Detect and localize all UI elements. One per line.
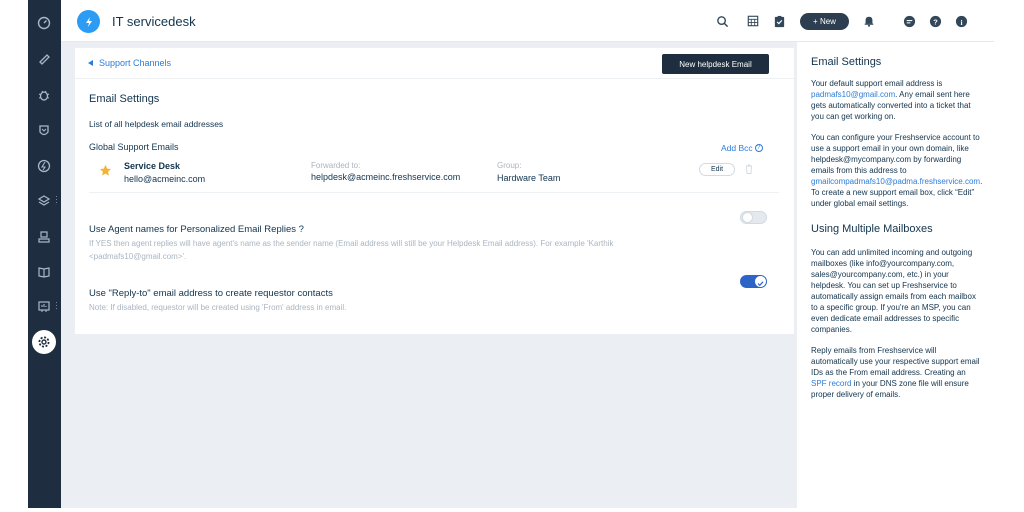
primary-star-icon bbox=[99, 164, 112, 176]
mailbox-name: Service Desk bbox=[124, 161, 181, 171]
svg-text:i: i bbox=[960, 17, 962, 26]
page-title: Email Settings bbox=[89, 93, 160, 105]
help-paragraph-spf: Reply emails from Freshservice will auto… bbox=[811, 345, 981, 400]
tickets-icon[interactable] bbox=[33, 48, 55, 70]
inventory-icon[interactable] bbox=[33, 226, 55, 248]
agent-names-option-title: Use Agent names for Personalized Email R… bbox=[89, 224, 304, 235]
calendar-icon[interactable] bbox=[745, 13, 761, 29]
add-bcc-label[interactable]: Add Bcc bbox=[721, 143, 753, 153]
top-bar: IT servicedesk + New ? i bbox=[61, 0, 994, 42]
default-email-link[interactable]: padmafs10@gmail.com bbox=[811, 90, 895, 99]
toggle-knob bbox=[755, 276, 766, 287]
help-text: You can configure your Freshservice acco… bbox=[811, 133, 980, 175]
agent-names-option-help: If YES then agent replies will have agen… bbox=[89, 239, 614, 261]
freshservice-logo-icon[interactable] bbox=[77, 10, 100, 33]
support-email-row: Service Desk hello@acmeinc.com Forwarded… bbox=[89, 155, 779, 193]
app-title: IT servicedesk bbox=[112, 14, 196, 29]
forwarding-address-link[interactable]: gmailcompadmafs10@padma.freshservice.com bbox=[811, 177, 980, 186]
releases-icon[interactable] bbox=[33, 155, 55, 177]
group-label: Group: bbox=[497, 161, 522, 170]
breadcrumb-support-channels[interactable]: Support Channels bbox=[99, 58, 171, 68]
check-icon bbox=[757, 281, 764, 287]
group-value: Hardware Team bbox=[497, 173, 561, 183]
breadcrumb[interactable]: Support Channels bbox=[88, 58, 171, 68]
help-panel: Email Settings Your default support emai… bbox=[797, 42, 994, 508]
forwarded-to-value: helpdesk@acmeinc.freshservice.com bbox=[311, 172, 461, 182]
admin-gear-icon[interactable] bbox=[32, 330, 56, 354]
agent-names-toggle[interactable] bbox=[740, 211, 767, 224]
global-support-emails-label: Global Support Emails bbox=[89, 142, 179, 152]
reports-more-dots[interactable]: · · · bbox=[55, 298, 59, 313]
solutions-icon[interactable] bbox=[33, 261, 55, 283]
info-icon[interactable]: i bbox=[953, 13, 969, 29]
bell-icon[interactable] bbox=[861, 13, 877, 29]
help-paragraph-mailboxes: You can add unlimited incoming and outgo… bbox=[811, 248, 976, 334]
help-icon[interactable]: ? bbox=[927, 13, 943, 29]
edit-button[interactable]: Edit bbox=[699, 163, 735, 176]
help-text: Reply emails from Freshservice will auto… bbox=[811, 346, 980, 377]
new-helpdesk-email-button[interactable]: New helpdesk Email bbox=[662, 54, 769, 74]
delete-icon[interactable] bbox=[745, 164, 753, 174]
back-arrow-icon bbox=[88, 60, 93, 66]
help-paragraph-custom-domain: You can configure your Freshservice acco… bbox=[811, 132, 982, 209]
dashboard-icon[interactable] bbox=[33, 12, 55, 34]
search-icon[interactable] bbox=[714, 13, 730, 29]
add-bcc-link[interactable]: Add Bcc ? bbox=[721, 143, 763, 153]
reply-to-option-help: Note: If disabled, requestor will be cre… bbox=[89, 303, 347, 312]
email-settings-card: Support Channels New helpdesk Email Emai… bbox=[75, 48, 794, 334]
reply-to-option-title: Use "Reply-to" email address to create r… bbox=[89, 288, 333, 299]
toggle-knob bbox=[742, 212, 753, 223]
spf-record-link[interactable]: SPF record bbox=[811, 379, 851, 388]
changes-icon[interactable] bbox=[33, 120, 55, 142]
svg-text:?: ? bbox=[933, 17, 938, 26]
app-frame: · · · · · · IT servicedesk + New ? i Sup… bbox=[28, 0, 994, 508]
assets-icon[interactable] bbox=[33, 190, 55, 212]
help-panel-subtitle: Using Multiple Mailboxes bbox=[811, 223, 933, 235]
reports-icon[interactable] bbox=[33, 296, 55, 318]
forwarded-to-label: Forwarded to: bbox=[311, 161, 361, 170]
help-text: Your default support email address is bbox=[811, 79, 943, 88]
assets-more-dots[interactable]: · · · bbox=[55, 192, 59, 207]
left-nav: · · · · · · bbox=[28, 0, 61, 508]
todo-icon[interactable] bbox=[771, 13, 787, 29]
help-paragraph-default-address: Your default support email address is pa… bbox=[811, 78, 981, 122]
question-icon[interactable]: ? bbox=[754, 144, 763, 152]
mailbox-email: hello@acmeinc.com bbox=[124, 174, 206, 184]
help-panel-title: Email Settings bbox=[811, 56, 882, 68]
new-button[interactable]: + New bbox=[800, 13, 849, 30]
chat-icon[interactable] bbox=[901, 13, 917, 29]
reply-to-toggle[interactable] bbox=[740, 275, 767, 288]
problems-icon[interactable] bbox=[33, 84, 55, 106]
breadcrumb-bar: Support Channels New helpdesk Email bbox=[75, 48, 794, 79]
page-subtitle: List of all helpdesk email addresses bbox=[89, 119, 224, 129]
